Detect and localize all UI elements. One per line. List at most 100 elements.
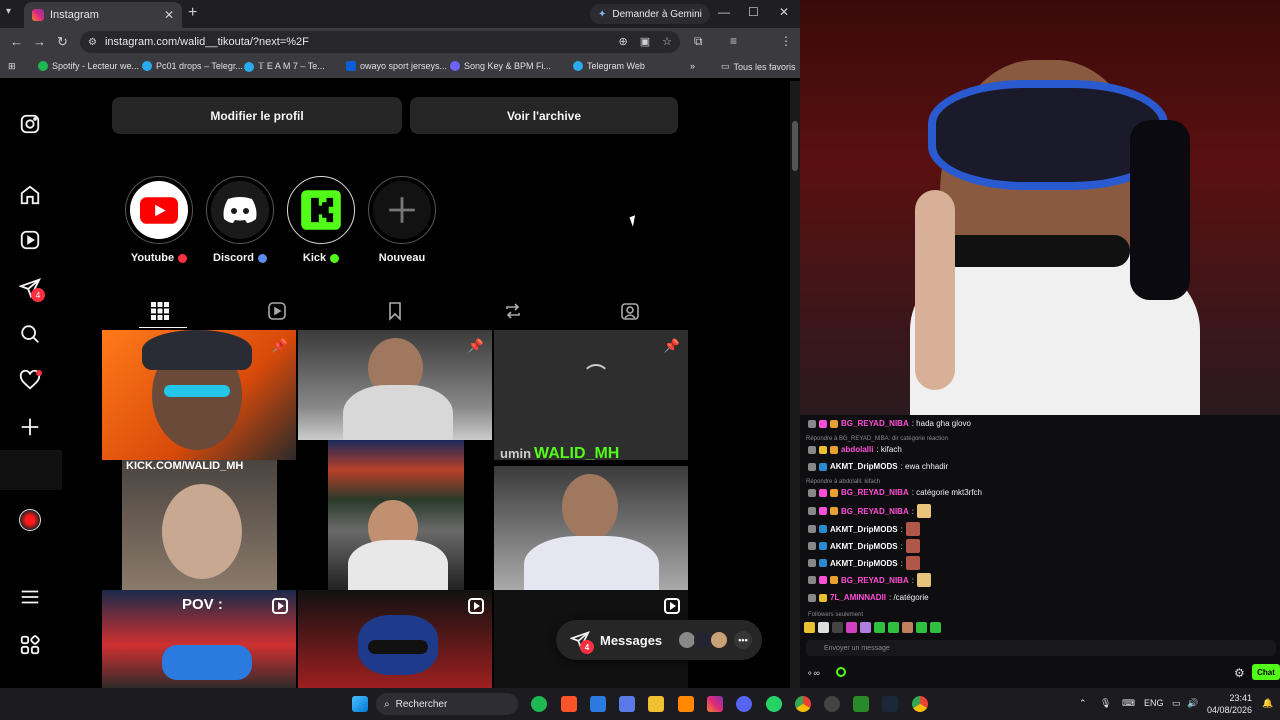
emote-icon[interactable] [804, 622, 815, 633]
app-icon[interactable] [853, 696, 869, 712]
instagram-logo-icon[interactable] [19, 113, 41, 135]
media-icon[interactable]: ≡ [730, 34, 737, 48]
chrome-icon[interactable] [795, 696, 811, 712]
reels-icon[interactable] [19, 229, 41, 251]
post-thumbnail[interactable]: 📌 [102, 330, 296, 460]
emote-icon[interactable] [888, 622, 899, 633]
defender-icon[interactable] [590, 696, 606, 712]
edit-profile-button[interactable]: Modifier le profil [112, 97, 402, 134]
reload-icon[interactable]: ↻ [57, 34, 68, 50]
bookmark-telegram-web[interactable]: Telegram Web [573, 61, 645, 71]
chat-username[interactable]: BG_REYAD_NIBA [841, 507, 909, 516]
discord-icon[interactable] [736, 696, 752, 712]
extensions-icon[interactable]: ⧉ [694, 34, 703, 49]
post-thumbnail[interactable]: KICK.COM/WALID_MH [122, 460, 277, 590]
profile-avatar[interactable] [19, 509, 41, 531]
windows-start-icon[interactable] [352, 696, 368, 712]
chat-username[interactable]: AKMT_DripMODS [830, 542, 898, 551]
scroll-thumb[interactable] [792, 121, 798, 171]
emote-icon[interactable] [818, 622, 829, 633]
language-indicator[interactable]: ENG [1144, 698, 1164, 708]
chat-username[interactable]: AKMT_DripMODS [830, 559, 898, 568]
highlight-discord[interactable]: Discord [205, 176, 275, 264]
chat-send-button[interactable]: Chat [1252, 664, 1280, 680]
bookmarks-overflow-icon[interactable]: » [690, 61, 695, 71]
search-icon[interactable] [19, 323, 41, 345]
chat-settings-gear-icon[interactable]: ⚙ [1234, 666, 1245, 680]
close-window-icon[interactable]: ✕ [779, 5, 789, 19]
chat-input[interactable]: Envoyer un message [806, 640, 1276, 656]
taskbar-search[interactable]: ⌕ Rechercher [376, 693, 518, 715]
store-icon[interactable] [619, 696, 635, 712]
bookmark-star-icon[interactable]: ☆ [662, 35, 672, 48]
close-tab-icon[interactable]: ✕ [164, 8, 174, 22]
all-bookmarks[interactable]: ▭ Tous les favoris [721, 61, 796, 72]
highlight-kick[interactable]: Kick [286, 176, 356, 264]
chat-username[interactable]: AKMT_DripMODS [830, 462, 898, 471]
also-from-meta-icon[interactable] [19, 634, 41, 656]
more-icon[interactable]: ••• [734, 631, 752, 649]
forward-icon[interactable]: → [33, 34, 46, 49]
steam-icon[interactable] [882, 696, 898, 712]
obs-icon[interactable] [824, 696, 840, 712]
zoom-icon[interactable]: ⊕ [619, 35, 628, 48]
tray-overflow-icon[interactable]: ⌃ [1079, 698, 1087, 709]
reels-tab-icon[interactable] [267, 301, 287, 321]
kick-points-icon[interactable] [836, 667, 846, 677]
spotify-icon[interactable] [531, 696, 547, 712]
saved-tab-icon[interactable] [385, 301, 405, 321]
emote-icon[interactable] [846, 622, 857, 633]
brave-icon[interactable] [561, 696, 577, 712]
post-thumbnail[interactable] [328, 440, 464, 590]
emote-icon[interactable] [860, 622, 871, 633]
highlight-new[interactable]: Nouveau [367, 176, 437, 264]
emote-icon[interactable] [916, 622, 927, 633]
messages-button[interactable]: 4 Messages ••• [556, 620, 762, 660]
more-menu-icon[interactable] [19, 586, 41, 608]
page-scrollbar[interactable] [790, 81, 800, 688]
clock[interactable]: 23:41 04/08/2026 [1206, 692, 1252, 716]
tagged-tab-icon[interactable] [620, 301, 640, 321]
chat-username[interactable]: 7L_AMINNADII [830, 593, 886, 602]
chat-tools-icon[interactable]: ⚬∞ [806, 668, 820, 679]
keyboard-icon[interactable]: ⌨ [1122, 698, 1135, 709]
emote-icon[interactable] [930, 622, 941, 633]
chrome-active-icon[interactable] [912, 696, 928, 712]
new-tab-icon[interactable]: + [188, 4, 197, 22]
minimize-icon[interactable]: — [718, 5, 730, 19]
emote-icon[interactable] [832, 622, 843, 633]
url-field[interactable]: ⚙ instagram.com/walid__tikouta/?next=%2F… [80, 31, 680, 53]
instagram-icon[interactable] [707, 696, 723, 712]
highlight-youtube[interactable]: Youtube [124, 176, 194, 264]
emote-icon[interactable] [874, 622, 885, 633]
post-thumbnail-loading[interactable]: 📌 umin WALID_MH [494, 330, 688, 460]
chat-username[interactable]: abdolalli [841, 445, 873, 454]
tab-list-icon[interactable]: ▾ [6, 6, 11, 17]
create-plus-icon[interactable] [19, 416, 41, 438]
bookmark-pc01[interactable]: Pc01 drops – Telegr... [142, 61, 243, 71]
post-thumbnail-reel[interactable] [298, 590, 492, 688]
notifications-icon[interactable]: 🔔 [1262, 698, 1273, 709]
volume-icon[interactable]: 🔊 [1187, 698, 1198, 709]
back-icon[interactable]: ← [10, 34, 23, 49]
cast-icon[interactable]: ▣ [640, 35, 650, 48]
menu-icon[interactable]: ⋮ [780, 34, 792, 48]
apps-icon[interactable]: ⊞ [8, 61, 16, 72]
posts-grid-icon[interactable] [150, 301, 170, 321]
post-thumbnail[interactable] [494, 466, 688, 590]
maximize-icon[interactable]: ☐ [748, 5, 759, 19]
post-thumbnail-reel[interactable]: POV : [102, 590, 296, 688]
bookmark-songkey[interactable]: Song Key & BPM Fi... [450, 61, 551, 71]
network-icon[interactable]: ▭ [1172, 698, 1181, 709]
chat-username[interactable]: AKMT_DripMODS [830, 525, 898, 534]
mic-icon[interactable]: 🎙 [1100, 698, 1111, 709]
bookmark-team7[interactable]: 𝕋 E A M 7 – Te... [244, 61, 325, 72]
chat-username[interactable]: BG_REYAD_NIBA [841, 419, 909, 428]
file-explorer-icon[interactable] [648, 696, 664, 712]
chat-username[interactable]: BG_REYAD_NIBA [841, 488, 909, 497]
bookmark-spotify[interactable]: Spotify - Lecteur we... [38, 61, 139, 71]
tab-instagram[interactable]: Instagram ✕ [24, 2, 182, 28]
site-info-icon[interactable]: ⚙ [88, 37, 97, 48]
whatsapp-icon[interactable] [766, 696, 782, 712]
home-icon[interactable] [19, 184, 41, 206]
